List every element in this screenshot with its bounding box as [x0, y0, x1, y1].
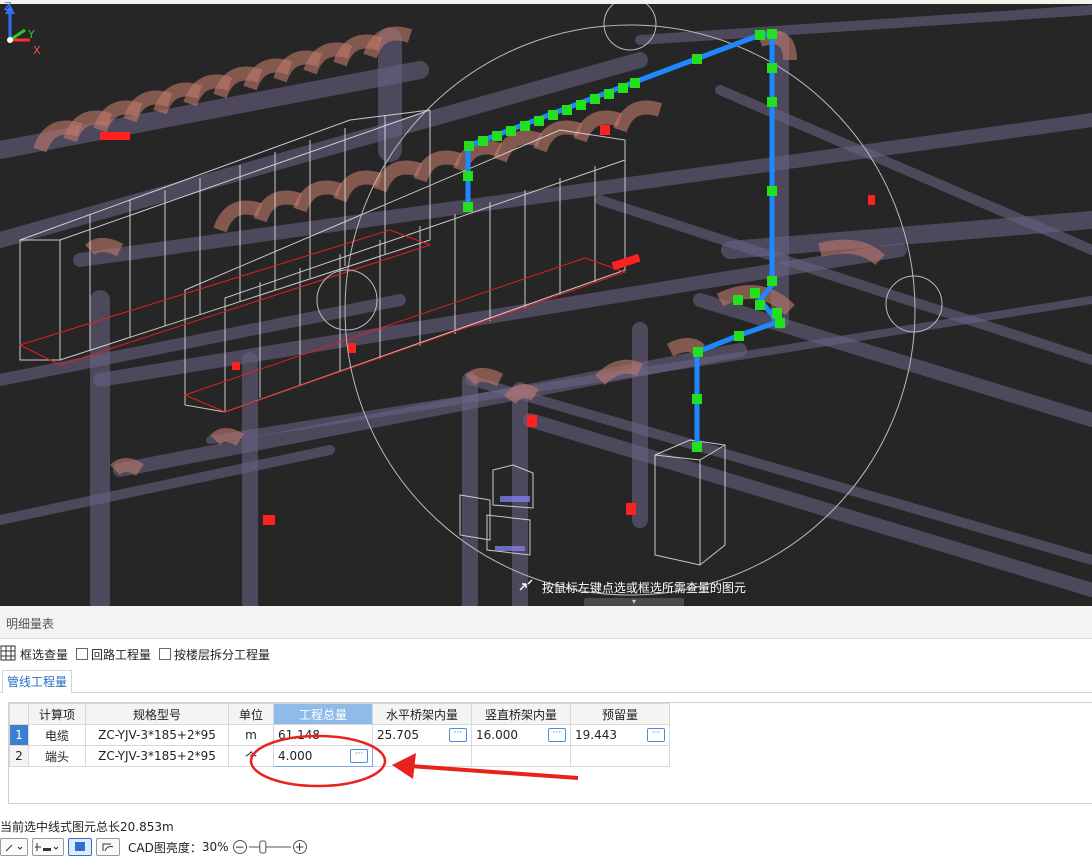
cell-vertical-tray[interactable]	[471, 745, 571, 767]
cell-unit[interactable]: m	[228, 724, 274, 746]
top-strip	[0, 0, 1092, 4]
ellipsis-button[interactable]: ···	[449, 728, 467, 742]
column-header-total[interactable]: 工程总量	[273, 703, 373, 725]
split-by-floor-checkbox[interactable]: 按楼层拆分工程量	[159, 646, 270, 663]
box-select-label: 框选查量	[20, 647, 69, 662]
tab-bar: 管线工程量	[0, 670, 1092, 693]
selection-hint: 按鼠标左键点选或框选所需查量的图元	[518, 578, 746, 598]
panel-resize-handle[interactable]: ▾	[584, 598, 684, 606]
rotate-view-icon	[102, 843, 114, 852]
slider-thumb[interactable]	[258, 840, 266, 854]
line-tool-button[interactable]	[0, 838, 28, 856]
axis-gizmo: Z Y X	[4, 0, 41, 57]
axis-y-label: Y	[27, 28, 35, 41]
panel-title-bar: 明细量表	[0, 606, 1092, 639]
scene-drawing	[0, 0, 1092, 606]
cell-spec[interactable]: ZC-YJV-3*185+2*95	[85, 745, 229, 767]
status-text: 当前选中线式图元总长20.853m	[0, 820, 174, 834]
table-row[interactable]: 1 电缆 ZC-YJV-3*185+2*95 m 61.148 25.705 ··…	[9, 724, 670, 746]
split-by-floor-label: 按楼层拆分工程量	[174, 647, 271, 662]
select-mode-button[interactable]	[68, 838, 92, 856]
row-number[interactable]: 2	[9, 745, 29, 767]
tab-pipeline-quantity[interactable]: 管线工程量	[2, 670, 73, 693]
cell-spec[interactable]: ZC-YJV-3*185+2*95	[85, 724, 229, 746]
cad-brightness-value: 30%	[201, 840, 229, 854]
column-header-spec[interactable]: 规格型号	[85, 703, 229, 725]
cell-total-value: 4.000	[278, 749, 313, 763]
cell-vertical-tray[interactable]: 16.000 ···	[471, 724, 571, 746]
cell-item[interactable]: 电缆	[28, 724, 86, 746]
cad-brightness-label: CAD图亮度：	[128, 840, 202, 855]
cell-total[interactable]: 61.148	[273, 724, 373, 746]
row-number-header	[9, 703, 29, 725]
line-tool-icon	[5, 844, 23, 852]
grid-select-icon	[0, 645, 16, 664]
cell-horizontal-value: 25.705	[377, 728, 419, 742]
cell-horizontal-tray[interactable]	[372, 745, 472, 767]
cell-reserved-value: 19.443	[575, 728, 617, 742]
quantity-table: 计算项 规格型号 单位 工程总量 水平桥架内量 竖直桥架内量 预留量 1 电缆 …	[9, 703, 670, 767]
cad-brightness-slider[interactable]: − +	[232, 839, 313, 855]
axis-z-label: Z	[4, 0, 12, 13]
quantity-grid: 计算项 规格型号 单位 工程总量 水平桥架内量 竖直桥架内量 预留量 1 电缆 …	[8, 702, 1092, 804]
cell-item[interactable]: 端头	[28, 745, 86, 767]
cell-unit[interactable]: 个	[228, 745, 274, 767]
cell-reserved[interactable]: 19.443 ···	[570, 724, 670, 746]
table-header-row: 计算项 规格型号 单位 工程总量 水平桥架内量 竖直桥架内量 预留量	[9, 703, 670, 725]
checkbox-box[interactable]	[76, 648, 89, 660]
column-header-vertical-tray[interactable]: 竖直桥架内量	[471, 703, 571, 725]
cell-reserved[interactable]	[570, 745, 670, 767]
cell-horizontal-tray[interactable]: 25.705 ···	[372, 724, 472, 746]
column-header-reserved[interactable]: 预留量	[570, 703, 670, 725]
panel-toolbar: 框选查量 回路工程量 按楼层拆分工程量	[0, 644, 278, 664]
rotate-view-button[interactable]	[96, 838, 120, 856]
column-header-horizontal-tray[interactable]: 水平桥架内量	[372, 703, 472, 725]
slider-track[interactable]	[247, 839, 293, 855]
axis-x-label: X	[33, 44, 41, 57]
circuit-quantity-checkbox[interactable]: 回路工程量	[76, 646, 151, 663]
zoom-out-icon[interactable]: −	[232, 840, 247, 854]
zoom-in-icon[interactable]: +	[292, 840, 307, 854]
cell-vertical-value: 16.000	[476, 728, 518, 742]
point-tool-icon	[35, 843, 59, 851]
checkbox-box[interactable]	[159, 648, 172, 660]
cell-total-value: 61.148	[278, 728, 320, 742]
select-mode-icon	[75, 842, 85, 851]
panel-title: 明细量表	[6, 617, 55, 631]
point-tool-button[interactable]	[32, 838, 64, 856]
box-select-button[interactable]: 框选查量	[0, 645, 68, 664]
column-header-unit[interactable]: 单位	[228, 703, 274, 725]
ellipsis-button[interactable]: ···	[647, 728, 665, 742]
bottom-toolbar: CAD图亮度： 30% − +	[0, 838, 1092, 856]
ellipsis-button[interactable]: ···	[350, 749, 368, 763]
selection-hint-text: 按鼠标左键点选或框选所需查量的图元	[541, 581, 746, 595]
circuit-quantity-label: 回路工程量	[91, 647, 152, 662]
row-number[interactable]: 1	[9, 724, 29, 746]
3d-viewport[interactable]: Z Y X 按鼠标左键点选或框选所需查量的图元 ▾	[0, 0, 1092, 606]
table-row[interactable]: 2 端头 ZC-YJV-3*185+2*95 个 4.000 ···	[9, 745, 670, 767]
column-header-item[interactable]: 计算项	[28, 703, 86, 725]
ellipsis-button[interactable]: ···	[548, 728, 566, 742]
cell-total-input[interactable]: 4.000 ···	[273, 745, 373, 767]
